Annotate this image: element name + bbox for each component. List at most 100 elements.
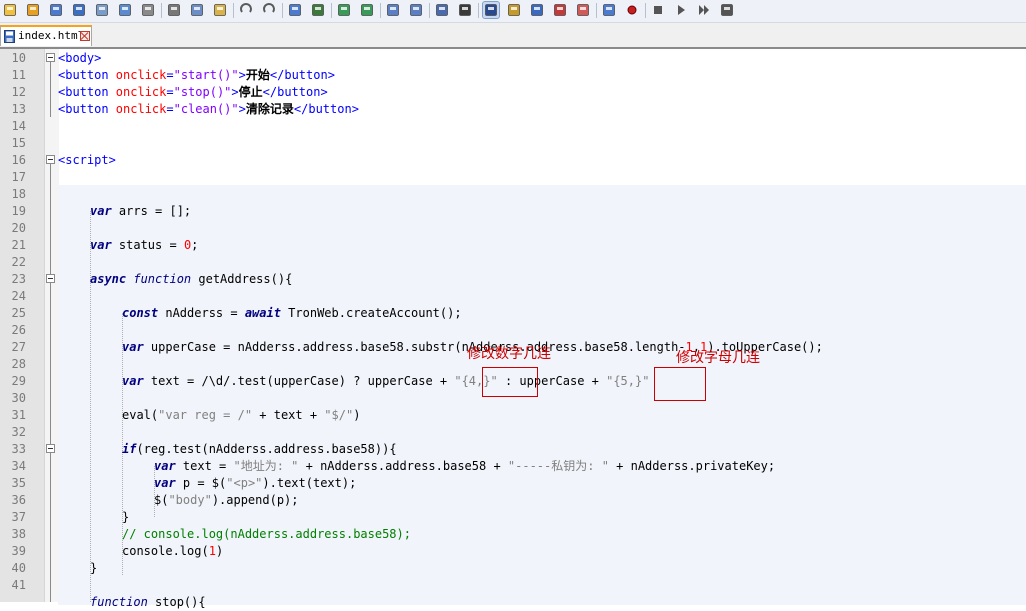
toolbar-separator bbox=[282, 3, 283, 18]
line-number: 30 bbox=[11, 391, 26, 405]
code-line: eval("var reg = /" + text + "$/") bbox=[122, 408, 361, 422]
sync-vertical-icon[interactable] bbox=[385, 2, 401, 18]
fold-toggle-icon[interactable] bbox=[46, 155, 55, 164]
line-number: 35 bbox=[11, 476, 26, 490]
code-line: $("body").append(p); bbox=[154, 493, 299, 507]
toolbar-separator bbox=[596, 3, 597, 18]
main-toolbar bbox=[0, 0, 1026, 23]
code-line: function stop(){ bbox=[90, 595, 206, 609]
save-icon[interactable] bbox=[48, 2, 64, 18]
line-number: 27 bbox=[11, 340, 26, 354]
find-icon[interactable] bbox=[287, 2, 303, 18]
line-number: 11 bbox=[11, 68, 26, 82]
undo-icon[interactable] bbox=[238, 2, 254, 18]
line-number: 23 bbox=[11, 272, 26, 286]
redo-icon[interactable] bbox=[261, 2, 277, 18]
line-number: 29 bbox=[11, 374, 26, 388]
copy-icon[interactable] bbox=[189, 2, 205, 18]
replace-icon[interactable] bbox=[310, 2, 326, 18]
record-macro-icon[interactable] bbox=[624, 2, 640, 18]
indent-guide-icon[interactable] bbox=[482, 1, 500, 19]
stop-recording-icon[interactable] bbox=[650, 2, 666, 18]
function-list-icon[interactable] bbox=[552, 2, 568, 18]
line-number: 20 bbox=[11, 221, 26, 235]
fold-line bbox=[50, 62, 51, 117]
fold-toggle-icon[interactable] bbox=[46, 444, 55, 453]
show-all-chars-icon[interactable] bbox=[457, 2, 473, 18]
annotation-box-letters bbox=[654, 367, 706, 401]
word-wrap-icon[interactable] bbox=[434, 2, 450, 18]
code-line: <button onclick="clean()">清除记录</button> bbox=[58, 102, 359, 116]
line-number: 37 bbox=[11, 510, 26, 524]
line-number: 25 bbox=[11, 306, 26, 320]
code-line: const nAdderss = await TronWeb.createAcc… bbox=[122, 306, 462, 320]
zoom-in-icon[interactable] bbox=[336, 2, 352, 18]
line-number: 22 bbox=[11, 255, 26, 269]
toolbar-separator bbox=[645, 3, 646, 18]
fold-toggle-icon[interactable] bbox=[46, 53, 55, 62]
line-number: 38 bbox=[11, 527, 26, 541]
print-icon[interactable] bbox=[140, 2, 156, 18]
line-number: 12 bbox=[11, 85, 26, 99]
document-map-icon[interactable] bbox=[529, 2, 545, 18]
line-number: 36 bbox=[11, 493, 26, 507]
save-macro-icon[interactable] bbox=[719, 2, 735, 18]
code-line: <body> bbox=[58, 51, 102, 65]
code-line: async function getAddress(){ bbox=[90, 272, 293, 286]
sync-horizontal-icon[interactable] bbox=[408, 2, 424, 18]
tab-close-icon[interactable] bbox=[80, 31, 90, 41]
run-macro-multiple-icon[interactable] bbox=[696, 2, 712, 18]
cut-icon[interactable] bbox=[166, 2, 182, 18]
user-language-icon[interactable] bbox=[506, 2, 522, 18]
line-number: 14 bbox=[11, 119, 26, 133]
close-all-icon[interactable] bbox=[117, 2, 133, 18]
annotation-digits: 修改数字几连 bbox=[467, 346, 551, 362]
line-number: 39 bbox=[11, 544, 26, 558]
code-editor[interactable]: 10 11 12 13 14 15 16 17 18 19 20 21 22 23 24 25 26 27 28 29… bbox=[0, 49, 1026, 609]
line-number: 34 bbox=[11, 459, 26, 473]
code-line: } bbox=[122, 510, 130, 524]
monitoring-icon[interactable] bbox=[601, 2, 617, 18]
line-number: 32 bbox=[11, 425, 26, 439]
code-line: if(reg.test(nAdderss.address.base58)){ bbox=[122, 442, 397, 456]
line-number: 17 bbox=[11, 170, 26, 184]
open-file-icon[interactable] bbox=[25, 2, 41, 18]
code-line: var text = /\d/.test(upperCase) ? upperC… bbox=[122, 374, 650, 388]
tab-bar: index.html bbox=[0, 23, 1026, 49]
line-number: 15 bbox=[11, 136, 26, 150]
code-line: // console.log(nAdderss.address.base58); bbox=[122, 527, 411, 541]
new-file-icon[interactable] bbox=[2, 2, 18, 18]
save-all-icon[interactable] bbox=[71, 2, 87, 18]
toolbar-separator bbox=[380, 3, 381, 18]
tab-label: index.html bbox=[18, 29, 85, 42]
line-number: 16 bbox=[11, 153, 26, 167]
play-macro-icon[interactable] bbox=[673, 2, 689, 18]
code-line: <script> bbox=[58, 153, 116, 167]
toolbar-separator bbox=[478, 3, 479, 18]
line-number: 24 bbox=[11, 289, 26, 303]
code-line: var status = 0; bbox=[90, 238, 199, 252]
code-line: } bbox=[90, 561, 98, 575]
tab-index-html[interactable]: index.html bbox=[0, 25, 92, 46]
code-line: var text = "地址为: " + nAdderss.address.ba… bbox=[154, 459, 776, 473]
line-number: 21 bbox=[11, 238, 26, 252]
paste-icon[interactable] bbox=[212, 2, 228, 18]
code-line: var p = $("<p>").text(text); bbox=[154, 476, 357, 490]
line-number: 10 bbox=[11, 51, 26, 65]
close-icon[interactable] bbox=[94, 2, 110, 18]
toolbar-separator bbox=[233, 3, 234, 18]
line-number: 40 bbox=[11, 561, 26, 575]
code-line: <button onclick="stop()">停止</button> bbox=[58, 85, 328, 99]
saved-file-icon bbox=[4, 30, 15, 43]
line-number: 19 bbox=[11, 204, 26, 218]
code-line: <button onclick="start()">开始</button> bbox=[58, 68, 335, 82]
line-number: 26 bbox=[11, 323, 26, 337]
line-number: 33 bbox=[11, 442, 26, 456]
line-number: 18 bbox=[11, 187, 26, 201]
annotation-letters: 修改字母几连 bbox=[676, 350, 760, 366]
zoom-out-icon[interactable] bbox=[359, 2, 375, 18]
indent-guide bbox=[90, 211, 91, 602]
folder-workspace-icon[interactable] bbox=[575, 2, 591, 18]
fold-toggle-icon[interactable] bbox=[46, 274, 55, 283]
code-line: console.log(1) bbox=[122, 544, 224, 558]
